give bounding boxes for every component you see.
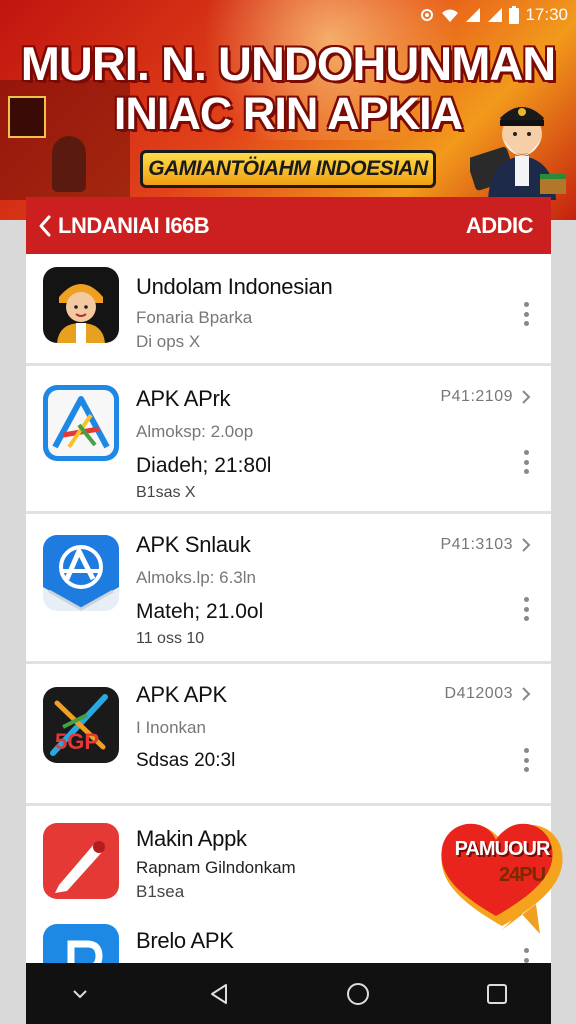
signal-icon-2	[488, 8, 503, 22]
app-detail: B1sas X	[136, 484, 196, 501]
list-item[interactable]: APK Snlauk Almoks.lp: 6.3ln Mateh; 21.0o…	[26, 514, 551, 664]
chevron-right-icon[interactable]	[521, 687, 531, 701]
app-icon-person	[43, 267, 119, 343]
app-icon-pen	[43, 823, 119, 899]
chevron-right-icon[interactable]	[521, 390, 531, 404]
battery-icon	[509, 6, 520, 24]
app-info: Undolam Indonesian Fonaria Bparka Di ops…	[136, 274, 333, 352]
promo-banner[interactable]: MURI. N. UNDOHUNMAN INIAC RIN APKIA GAMI…	[0, 0, 576, 220]
app-bar-title: LNDANIAI I66B	[58, 212, 210, 238]
app-info: APK APK I Inonkan Sdsas 20:3l	[136, 682, 235, 772]
chevron-right-icon[interactable]	[521, 538, 531, 552]
badge-value: 24PU	[498, 864, 546, 886]
app-name: APK APK	[136, 682, 227, 707]
app-date: D412003	[444, 685, 513, 702]
app-subtitle: Fonaria Bparka	[136, 308, 253, 327]
recents-square-icon	[487, 983, 507, 1004]
wifi-icon	[442, 9, 459, 22]
status-bar: 17:30	[419, 4, 568, 26]
app-detail: B1sea	[136, 882, 185, 901]
app-detail: 11 oss 10	[136, 630, 205, 647]
app-meta: Sdsas 20:3l	[136, 750, 236, 771]
back-nav-button[interactable]	[189, 974, 249, 1014]
app-name: Undolam Indonesian	[136, 274, 333, 299]
status-time: 17:30	[525, 5, 568, 24]
app-bar: LNDANIAI I66B ADDIC	[26, 197, 551, 254]
list-item[interactable]: APK APrk Almoksp: 2.0op Diadeh; 21:80l B…	[26, 366, 551, 514]
app-subtitle: Rapnam Gilndonkam	[136, 858, 296, 877]
app-name: APK APrk	[136, 386, 231, 411]
chevron-left-icon	[39, 215, 51, 236]
app-icon-p	[43, 924, 119, 963]
app-name: Brelo APK	[136, 928, 234, 953]
app-store-icon	[43, 535, 119, 611]
banner-subtitle: GAMIANTÖIAHM INDOESIAN	[140, 150, 436, 188]
app-info: Makin Appk Rapnam Gilndonkam B1sea	[136, 826, 296, 902]
app-info: APK Snlauk Almoks.lp: 6.3ln Mateh; 21.0o…	[136, 532, 263, 648]
home-circle-icon	[347, 982, 369, 1005]
app-info: Brelo APK	[136, 928, 234, 954]
app-date: P41:3103	[440, 536, 513, 553]
back-triangle-icon	[211, 983, 227, 1004]
app-info: APK APrk Almoksp: 2.0op Diadeh; 21:80l B…	[136, 386, 271, 502]
banner-person-illustration	[52, 136, 86, 192]
more-options-icon[interactable]	[523, 302, 529, 326]
app-meta: Diadeh; 21:80l	[136, 454, 272, 477]
more-options-icon[interactable]	[523, 948, 529, 963]
app-icon-tools: 5GP	[43, 687, 119, 763]
recents-nav-button[interactable]	[467, 974, 527, 1014]
app-store-icon	[43, 385, 119, 461]
mascot-illustration	[470, 107, 566, 200]
navigation-bar	[26, 963, 551, 1024]
badge-label: PAMUOUR	[454, 838, 551, 860]
list-item[interactable]: Undolam Indonesian Fonaria Bparka Di ops…	[26, 254, 551, 366]
promo-badge[interactable]: PAMUOUR 24PU	[436, 808, 568, 938]
location-icon	[421, 9, 434, 21]
app-detail: Di ops X	[136, 332, 201, 351]
add-button[interactable]: ADDIC	[466, 213, 534, 239]
app-subtitle: Almoksp: 2.0op	[136, 422, 254, 441]
app-date: P41:2109	[440, 388, 513, 405]
back-button[interactable]: LNDANIAI I66B	[38, 212, 210, 239]
app-meta: Mateh; 21.0ol	[136, 600, 264, 623]
home-nav-button[interactable]	[328, 974, 388, 1014]
app-name: Makin Appk	[136, 826, 247, 851]
app-name: APK Snlauk	[136, 532, 251, 557]
app-icon-label: 5GP	[55, 729, 99, 754]
more-options-icon[interactable]	[523, 450, 529, 474]
chevron-down-icon	[73, 989, 87, 998]
app-subtitle: Almoks.lp: 6.3ln	[136, 568, 256, 587]
more-options-icon[interactable]	[523, 748, 529, 772]
signal-icon	[466, 8, 481, 22]
hide-keyboard-button[interactable]	[50, 974, 110, 1014]
more-options-icon[interactable]	[523, 597, 529, 621]
banner-title-line1: MURI. N. UNDOHUNMAN	[20, 37, 557, 90]
list-item[interactable]: 5GP APK APK I Inonkan Sdsas 20:3l D41200…	[26, 664, 551, 806]
app-subtitle: I Inonkan	[136, 718, 206, 737]
